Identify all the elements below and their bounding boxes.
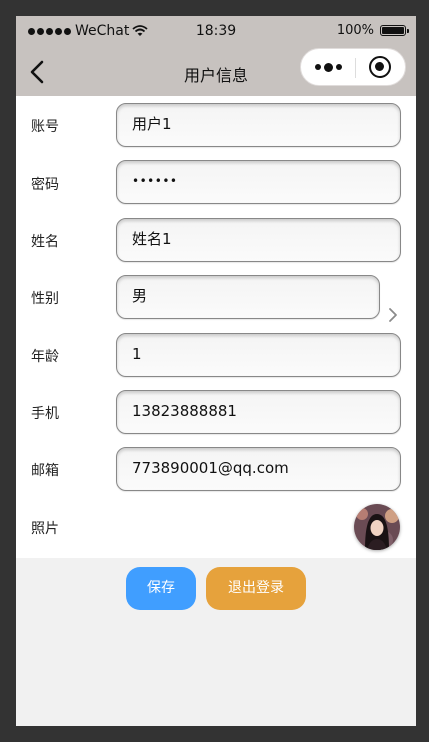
email-label: 邮箱 xyxy=(31,463,59,479)
avatar[interactable] xyxy=(354,504,400,550)
gender-label: 性别 xyxy=(31,291,59,307)
photo-label: 照片 xyxy=(31,521,59,537)
chevron-right-icon xyxy=(389,308,397,322)
password-label: 密码 xyxy=(31,177,59,193)
user-info-form: 账号 用户1 密码 •••••• 姓名 姓名1 性别 男 年龄 1 手机 138… xyxy=(16,96,416,558)
battery-icon xyxy=(380,25,409,36)
capsule-close-icon[interactable] xyxy=(369,56,391,78)
password-field[interactable]: •••••• xyxy=(116,160,401,204)
age-label: 年龄 xyxy=(31,349,59,365)
phone-label: 手机 xyxy=(31,406,59,422)
avatar-photo xyxy=(354,504,400,550)
more-dots-icon[interactable] xyxy=(315,61,345,73)
phone-screen: WeChat 18:39 100% 用户信息 账号 用户1 密码 •••••• … xyxy=(16,16,416,726)
status-bar: WeChat 18:39 100% xyxy=(16,16,416,48)
save-button[interactable]: 保存 xyxy=(126,567,196,610)
age-field[interactable]: 1 xyxy=(116,333,401,377)
battery-percent: 100% xyxy=(336,23,374,38)
capsule-divider xyxy=(355,58,356,78)
name-label: 姓名 xyxy=(31,234,59,250)
email-field[interactable]: 773890001@qq.com xyxy=(116,447,401,491)
gender-select[interactable]: 男 xyxy=(116,275,380,319)
account-label: 账号 xyxy=(31,119,59,135)
account-field[interactable]: 用户1 xyxy=(116,103,401,147)
mini-program-capsule xyxy=(300,48,406,86)
name-field[interactable]: 姓名1 xyxy=(116,218,401,262)
logout-button[interactable]: 退出登录 xyxy=(206,567,306,610)
phone-field[interactable]: 13823888881 xyxy=(116,390,401,434)
nav-bar: 用户信息 xyxy=(16,48,416,96)
status-bar-right: 100% xyxy=(336,23,409,38)
